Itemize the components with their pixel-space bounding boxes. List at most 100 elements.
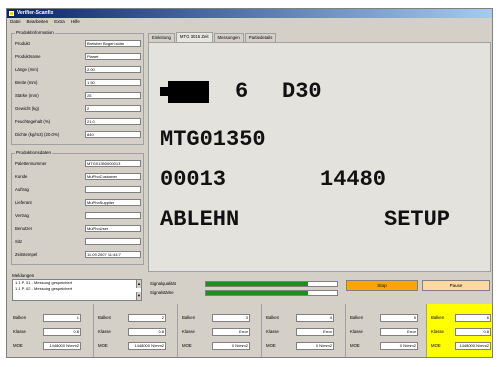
field-label: Gewicht (kg) (15, 106, 40, 111)
pallet-number-field[interactable]: MTG01350000013 (85, 160, 141, 167)
stop-button[interactable]: Stop (346, 280, 418, 291)
moe-field[interactable]: 1448000 N/mm2 (128, 342, 166, 350)
station-label: Klasse (182, 329, 195, 334)
menu-file[interactable]: Datei (10, 18, 21, 26)
supplier-field[interactable]: MuPhoSupplier (85, 199, 141, 206)
tab-mtg-time[interactable]: MTG 3015 Zeit (175, 32, 213, 42)
field-weight: Gewicht (kg) 2 (15, 105, 142, 112)
station-row: Klasse Error (350, 328, 426, 336)
class-field[interactable]: Error (296, 328, 334, 336)
beam-field[interactable]: 1 (43, 314, 81, 322)
signal-quality-bar (205, 281, 338, 287)
contract-field[interactable] (85, 212, 141, 219)
scroll-down-icon[interactable]: ▼ (136, 292, 141, 300)
field-label: Palettennummer (15, 161, 47, 166)
beam-field[interactable]: 6 (455, 314, 491, 322)
field-density: Dichte (kg/m3) (20.0%) 840 (15, 131, 142, 138)
field-label: Produkt (15, 41, 30, 46)
moe-field[interactable]: 0 N/mm2 (212, 342, 250, 350)
station-row: Balken 1 (13, 314, 89, 322)
moe-field[interactable]: 0 N/mm2 (296, 342, 334, 350)
class-field[interactable]: 0.8 (43, 328, 81, 336)
messages-group: Meldungen 1.1 P. 01 - Messung gespeicher… (9, 273, 146, 304)
station-3: Balken 3 Klasse Error MOE 0 N/mm2 (177, 304, 259, 357)
class-field[interactable]: 0.8 (128, 328, 166, 336)
station-row: Balken 4 (266, 314, 342, 322)
moe-field[interactable]: 0 N/mm2 (380, 342, 418, 350)
side-panel: Produktinformation Produkt Breisher Boge… (9, 28, 146, 272)
width-field[interactable]: 1.50 (85, 79, 141, 86)
messages-title: Meldungen (12, 273, 35, 278)
station-row: MOE 1448000 N/mm2 (98, 342, 174, 350)
station-row: MOE 1448000 N/mm2 (431, 342, 492, 350)
thickness-field[interactable]: 25 (85, 92, 141, 99)
main-display-panel: 6 D30 MTG01350 00013 14480 ABLEHN SETUP (148, 42, 491, 272)
station-row: Klasse 0.8 (13, 328, 89, 336)
tab-introduction[interactable]: Einleitung (148, 33, 175, 42)
field-moisture: Feuchtegehalt (%) 21.0 (15, 118, 142, 125)
tab-measurements[interactable]: Messungen (213, 33, 244, 42)
beam-field[interactable]: 4 (296, 314, 334, 322)
application-window: Verifier-Scanfix Datei Bearbeiten Extra … (6, 8, 493, 358)
station-row: Klasse Error (266, 328, 342, 336)
beam-field[interactable]: 3 (212, 314, 250, 322)
station-6: Balken 6 Klasse 0.8 MOE 1448000 N/mm2 (426, 304, 492, 357)
beam-field[interactable]: 5 (380, 314, 418, 322)
station-row: MOE 1448000 N/mm2 (13, 342, 89, 350)
field-label: Dichte (kg/m3) (20.0%) (15, 132, 60, 137)
field-label: Vertrag (15, 213, 29, 218)
field-label: Zeitstempel (15, 252, 38, 257)
menu-extra[interactable]: Extra (54, 18, 65, 26)
messages-list[interactable]: 1.1 P. 01 - Messung gespeichert 1.1 P. 0… (12, 279, 142, 301)
field-label: Lieferant (15, 200, 32, 205)
station-label: MOE (98, 343, 108, 348)
scroll-up-icon[interactable]: ▲ (136, 280, 141, 288)
length-field[interactable]: 2.00 (85, 66, 141, 73)
signal-strength-label: Signalstärke (150, 290, 174, 295)
pause-button[interactable]: Pause (422, 280, 490, 291)
moe-field[interactable]: 1448000 N/mm2 (455, 342, 491, 350)
timestamp-field[interactable]: 11.09.2007 11:44:7 (85, 251, 141, 258)
product-name-field[interactable]: Planet (85, 53, 141, 60)
moisture-field[interactable]: 21.0 (85, 118, 141, 125)
signal-area: Signalqualität Signalstärke (150, 279, 345, 303)
field-label: Auftrag (15, 187, 29, 192)
beam-field[interactable]: 2 (128, 314, 166, 322)
tab-batch-details[interactable]: Partiedetails (244, 33, 277, 42)
marker-block-icon (168, 81, 209, 103)
menu-help[interactable]: Hilfe (71, 18, 80, 26)
field-label: Sitz (15, 239, 23, 244)
menu-edit[interactable]: Bearbeiten (27, 18, 49, 26)
station-label: Klasse (13, 329, 26, 334)
display-status: ABLEHN (160, 207, 240, 232)
field-customer: Kunde MuPhoCustomer (15, 173, 142, 180)
class-field[interactable]: Error (380, 328, 418, 336)
field-label: Stärke (mm) (15, 93, 39, 98)
station-label: MOE (13, 343, 23, 348)
user-field[interactable]: MuPhoUser (85, 225, 141, 232)
order-field[interactable] (85, 186, 141, 193)
density-field[interactable]: 840 (85, 131, 141, 138)
list-item: 1.1 P. 02 - Messung gespeichert (15, 286, 73, 291)
seat-field[interactable] (85, 238, 141, 245)
station-label: Balken (431, 315, 445, 320)
app-icon (9, 11, 14, 16)
title-bar[interactable]: Verifier-Scanfix (7, 9, 492, 18)
field-label: Breite (mm) (15, 80, 38, 85)
display-code: D30 (282, 79, 322, 104)
window-title: Verifier-Scanfix (17, 10, 54, 16)
field-length: Länge (mm) 2.00 (15, 66, 142, 73)
class-field[interactable]: 0.8 (455, 328, 491, 336)
display-count: 00013 (160, 167, 227, 192)
customer-field[interactable]: MuPhoCustomer (85, 173, 141, 180)
class-field[interactable]: Error (212, 328, 250, 336)
product-field[interactable]: Breisher Bogen.sidm (85, 40, 141, 47)
moe-field[interactable]: 1448000 N/mm2 (43, 342, 81, 350)
weight-field[interactable]: 2 (85, 105, 141, 112)
menu-bar: Datei Bearbeiten Extra Hilfe (7, 18, 492, 26)
station-label: MOE (182, 343, 192, 348)
signal-quality-fill (206, 282, 309, 286)
station-row: Balken 3 (182, 314, 258, 322)
field-width: Breite (mm) 1.50 (15, 79, 142, 86)
display-mode: SETUP (384, 207, 451, 232)
